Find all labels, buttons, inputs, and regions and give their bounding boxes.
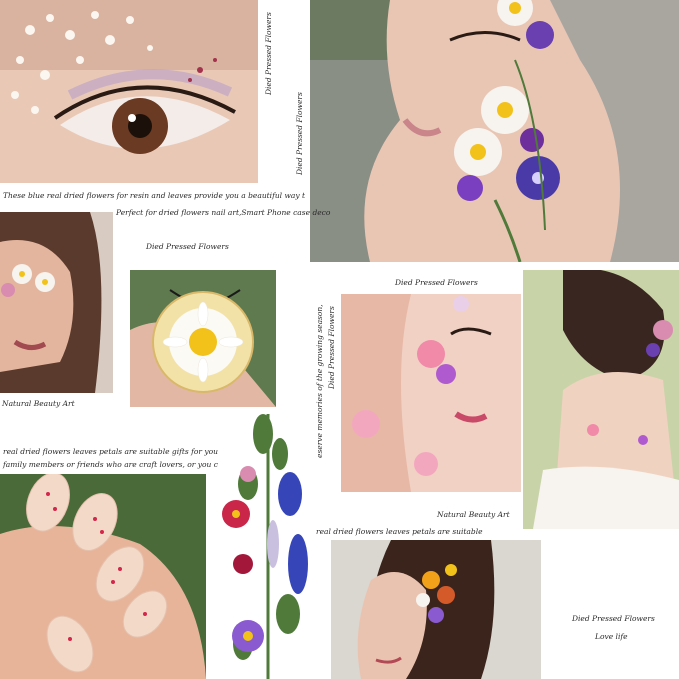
face-flowers-photo	[310, 0, 679, 262]
woman-profile-flowers-photo	[331, 540, 541, 679]
caption-center-title: Died Pressed Flowers	[395, 278, 478, 287]
caption-gifts-line-1: real dried flowers leaves petals are sui…	[3, 447, 222, 456]
flower-pendant-photo	[130, 270, 276, 407]
caption-love-life: Love life	[595, 632, 628, 641]
dried-flower-bouquet-photo	[218, 414, 310, 679]
caption-suitable: real dried flowers leaves petals are sui…	[316, 527, 483, 536]
caption-bottom-right-title: Died Pressed Flowers	[572, 614, 655, 623]
nails-photo	[0, 474, 206, 679]
caption-died-pressed-flowers-vertical-1: Died Pressed Flowers	[264, 12, 273, 95]
woman-flower-eyes-photo	[0, 212, 113, 393]
caption-memories-vertical: eserve memories of the growing season,	[315, 304, 324, 458]
caption-gifts-line-2: family members or friends who are craft …	[3, 460, 228, 469]
woman-back-flowers-photo	[523, 270, 679, 529]
caption-nail-art: Perfect for dried flowers nail art,Smart…	[116, 208, 331, 217]
caption-died-pressed-flowers-vertical-3: Died Pressed Flowers	[327, 306, 336, 389]
caption-natural-beauty-left: Natural Beauty Art	[2, 399, 75, 408]
caption-blue-flowers: These blue real dried flowers for resin …	[3, 191, 305, 200]
eye-closeup-photo	[0, 0, 258, 183]
caption-died-pressed-flowers-vertical-2: Died Pressed Flowers	[295, 92, 304, 175]
woman-hand-flowers-photo	[341, 294, 521, 492]
caption-pendant-title: Died Pressed Flowers	[146, 242, 229, 251]
caption-natural-beauty-mid: Natural Beauty Art	[437, 510, 510, 519]
